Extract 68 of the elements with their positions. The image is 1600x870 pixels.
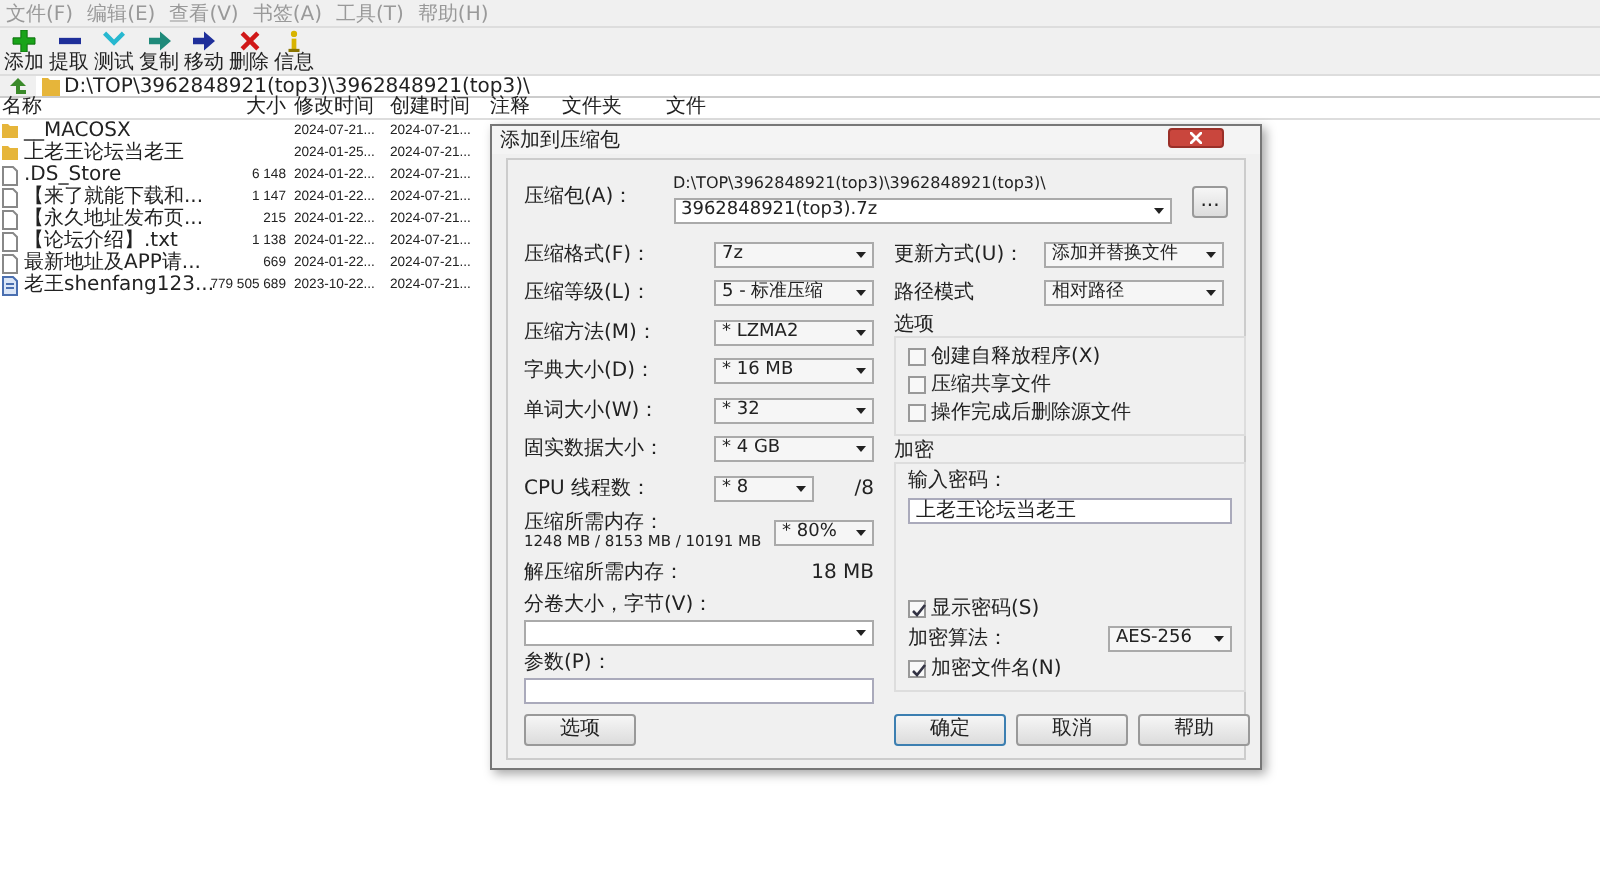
dropdown[interactable]: 添加并替换文件 (1044, 241, 1224, 268)
file-name[interactable]: 【来了就能下载和... (24, 186, 204, 208)
group-title: 加密 (894, 440, 936, 462)
browse-button[interactable]: ... (1192, 186, 1228, 218)
field-label: 解压缩所需内存： (524, 561, 684, 583)
dropdown[interactable]: 5 - 标准压缩 (714, 280, 874, 307)
dropdown[interactable]: * LZMA2 (714, 319, 874, 346)
options-button[interactable]: 选项 (524, 714, 636, 746)
delete-button[interactable]: 删除 (229, 28, 269, 74)
copy-button[interactable]: 复制 (139, 28, 179, 74)
dropdown[interactable]: 7z (714, 241, 874, 268)
archive-label: 压缩包(A)： (524, 186, 636, 208)
folder-path: D:\TOP\3962848921(top3)\3962848921(top3)\ (673, 176, 1048, 194)
password-field[interactable]: 上老王论坛当老王 (908, 497, 1232, 523)
address-path[interactable]: D:\TOP\3962848921(top3)\3962848921(top3)\ (64, 76, 530, 96)
field-label: 输入密码： (908, 470, 1010, 492)
archive-name-combobox[interactable]: 3962848921(top3).7z (673, 197, 1171, 224)
thread-total: /8 (854, 477, 874, 500)
checkbox-label: 加密文件名(N) (931, 658, 1062, 680)
checkbox-label: 显示密码(S) (931, 598, 1040, 620)
field-label: 压缩等级(L)： (524, 282, 653, 305)
field-label: 参数(P)： (524, 651, 614, 673)
field-label: 压缩格式(F)： (524, 243, 654, 266)
dropdown[interactable]: * 80% (774, 519, 874, 545)
file-name[interactable]: 老王shenfang123... (24, 274, 214, 296)
field-label: 分卷大小，字节(V)： (524, 593, 716, 615)
file-name[interactable]: __MACOSX (24, 120, 131, 142)
field-label: 更新方式(U)： (894, 243, 1027, 266)
column-header[interactable]: 创建时间 (388, 98, 488, 118)
field-label: 字典大小(D)： (524, 360, 658, 383)
dropdown[interactable]: * 32 (714, 397, 874, 424)
file-name[interactable]: 【论坛介绍】.txt (24, 230, 178, 252)
extract-button[interactable]: 提取 (49, 28, 89, 74)
dropdown[interactable]: AES-256 (1108, 626, 1232, 652)
add-button[interactable]: 添加 (4, 28, 44, 74)
dropdown[interactable]: * 8 (714, 475, 814, 502)
column-header[interactable]: 文件夹 (560, 98, 664, 118)
field-label: 压缩方法(M)： (524, 321, 659, 344)
dialog-title: 添加到压缩包 (500, 130, 620, 152)
test-button[interactable]: 测试 (94, 28, 134, 74)
column-header[interactable]: 名称 (0, 98, 200, 118)
dialog-button[interactable]: 确定 (894, 714, 1006, 746)
column-header[interactable]: 注释 (488, 98, 560, 118)
file-name[interactable]: 上老王论坛当老王 (24, 142, 184, 164)
file-name[interactable]: 【永久地址发布页... (24, 208, 204, 230)
checkbox-label: 创建自释放程序(X) (931, 346, 1101, 368)
field-label: 路径模式 (894, 282, 976, 305)
memory-value: 18 MB (811, 561, 874, 583)
field-label: 压缩所需内存： (524, 512, 666, 535)
dropdown[interactable]: * 16 MB (714, 358, 874, 385)
field-label: 单词大小(W)： (524, 399, 662, 422)
dropdown[interactable]: 相对路径 (1044, 280, 1224, 307)
dropdown[interactable]: * 4 GB (714, 436, 874, 463)
file-name[interactable]: .DS_Store (24, 164, 122, 186)
column-header[interactable]: 修改时间 (288, 98, 388, 118)
checkbox-label: 压缩共享文件 (931, 374, 1051, 396)
column-header[interactable]: 大小 (200, 98, 288, 118)
field-label: 固实数据大小： (524, 438, 666, 461)
field-label: 加密算法： (908, 628, 1008, 650)
info-button[interactable]: 信息 (274, 28, 314, 74)
move-button[interactable]: 移动 (184, 28, 224, 74)
column-header[interactable]: 文件 (664, 98, 744, 118)
file-name[interactable]: 最新地址及APP请... (24, 252, 201, 274)
dialog-button[interactable]: 帮助 (1138, 714, 1250, 746)
field-label: CPU 线程数： (524, 477, 654, 500)
checkbox-label: 操作完成后删除源文件 (931, 402, 1131, 424)
group-title: 选项 (894, 313, 936, 335)
dialog-button[interactable]: 取消 (1016, 714, 1128, 746)
